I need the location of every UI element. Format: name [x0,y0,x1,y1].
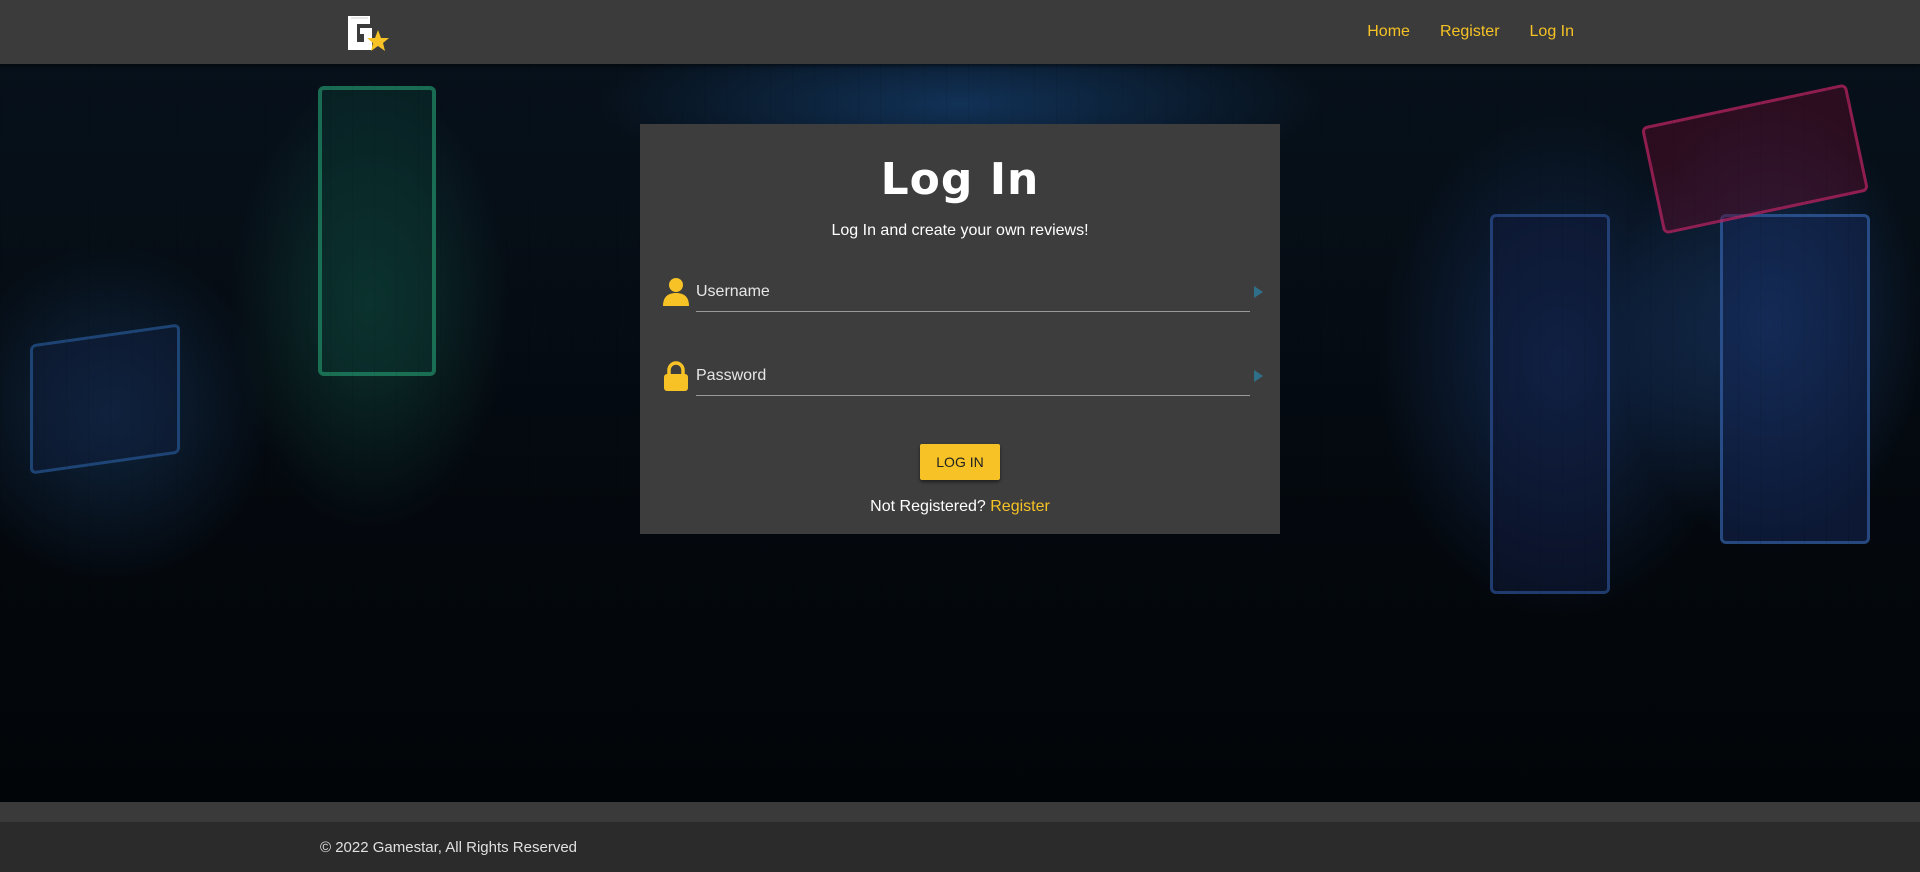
register-prompt-text: Not Registered? [870,498,986,515]
arcade-machine-decoration [1490,214,1610,594]
arcade-machine-decoration [1720,214,1870,544]
arcade-machine-decoration [318,86,436,376]
nav-link-home[interactable]: Home [1367,23,1410,41]
gamestar-logo-icon[interactable] [344,12,392,54]
username-field [660,272,1263,312]
footer: © 2022 Gamestar, All Rights Reserved [0,822,1920,872]
arcade-machine-decoration [30,323,180,475]
user-icon [660,276,692,308]
register-prompt: Not Registered? Register [640,498,1280,516]
password-input[interactable] [696,356,1250,396]
password-field [660,356,1263,396]
register-link[interactable]: Register [990,498,1050,515]
username-input[interactable] [696,272,1250,312]
nav-link-register[interactable]: Register [1440,23,1500,41]
autofill-indicator-icon [1254,370,1263,382]
lock-icon [660,360,692,392]
navbar: Home Register Log In [0,0,1920,64]
footer-divider [0,802,1920,822]
neon-sign-decoration [1640,83,1870,235]
autofill-indicator-icon [1254,286,1263,298]
login-button[interactable]: LOG IN [920,444,1000,480]
nav-link-login[interactable]: Log In [1530,23,1574,41]
copyright-text: © 2022 Gamestar, All Rights Reserved [320,839,578,856]
login-card: Log In Log In and create your own review… [640,124,1280,534]
login-subtitle: Log In and create your own reviews! [831,222,1089,239]
login-title: Log In [880,154,1040,205]
nav-links: Home Register Log In [1367,0,1574,64]
